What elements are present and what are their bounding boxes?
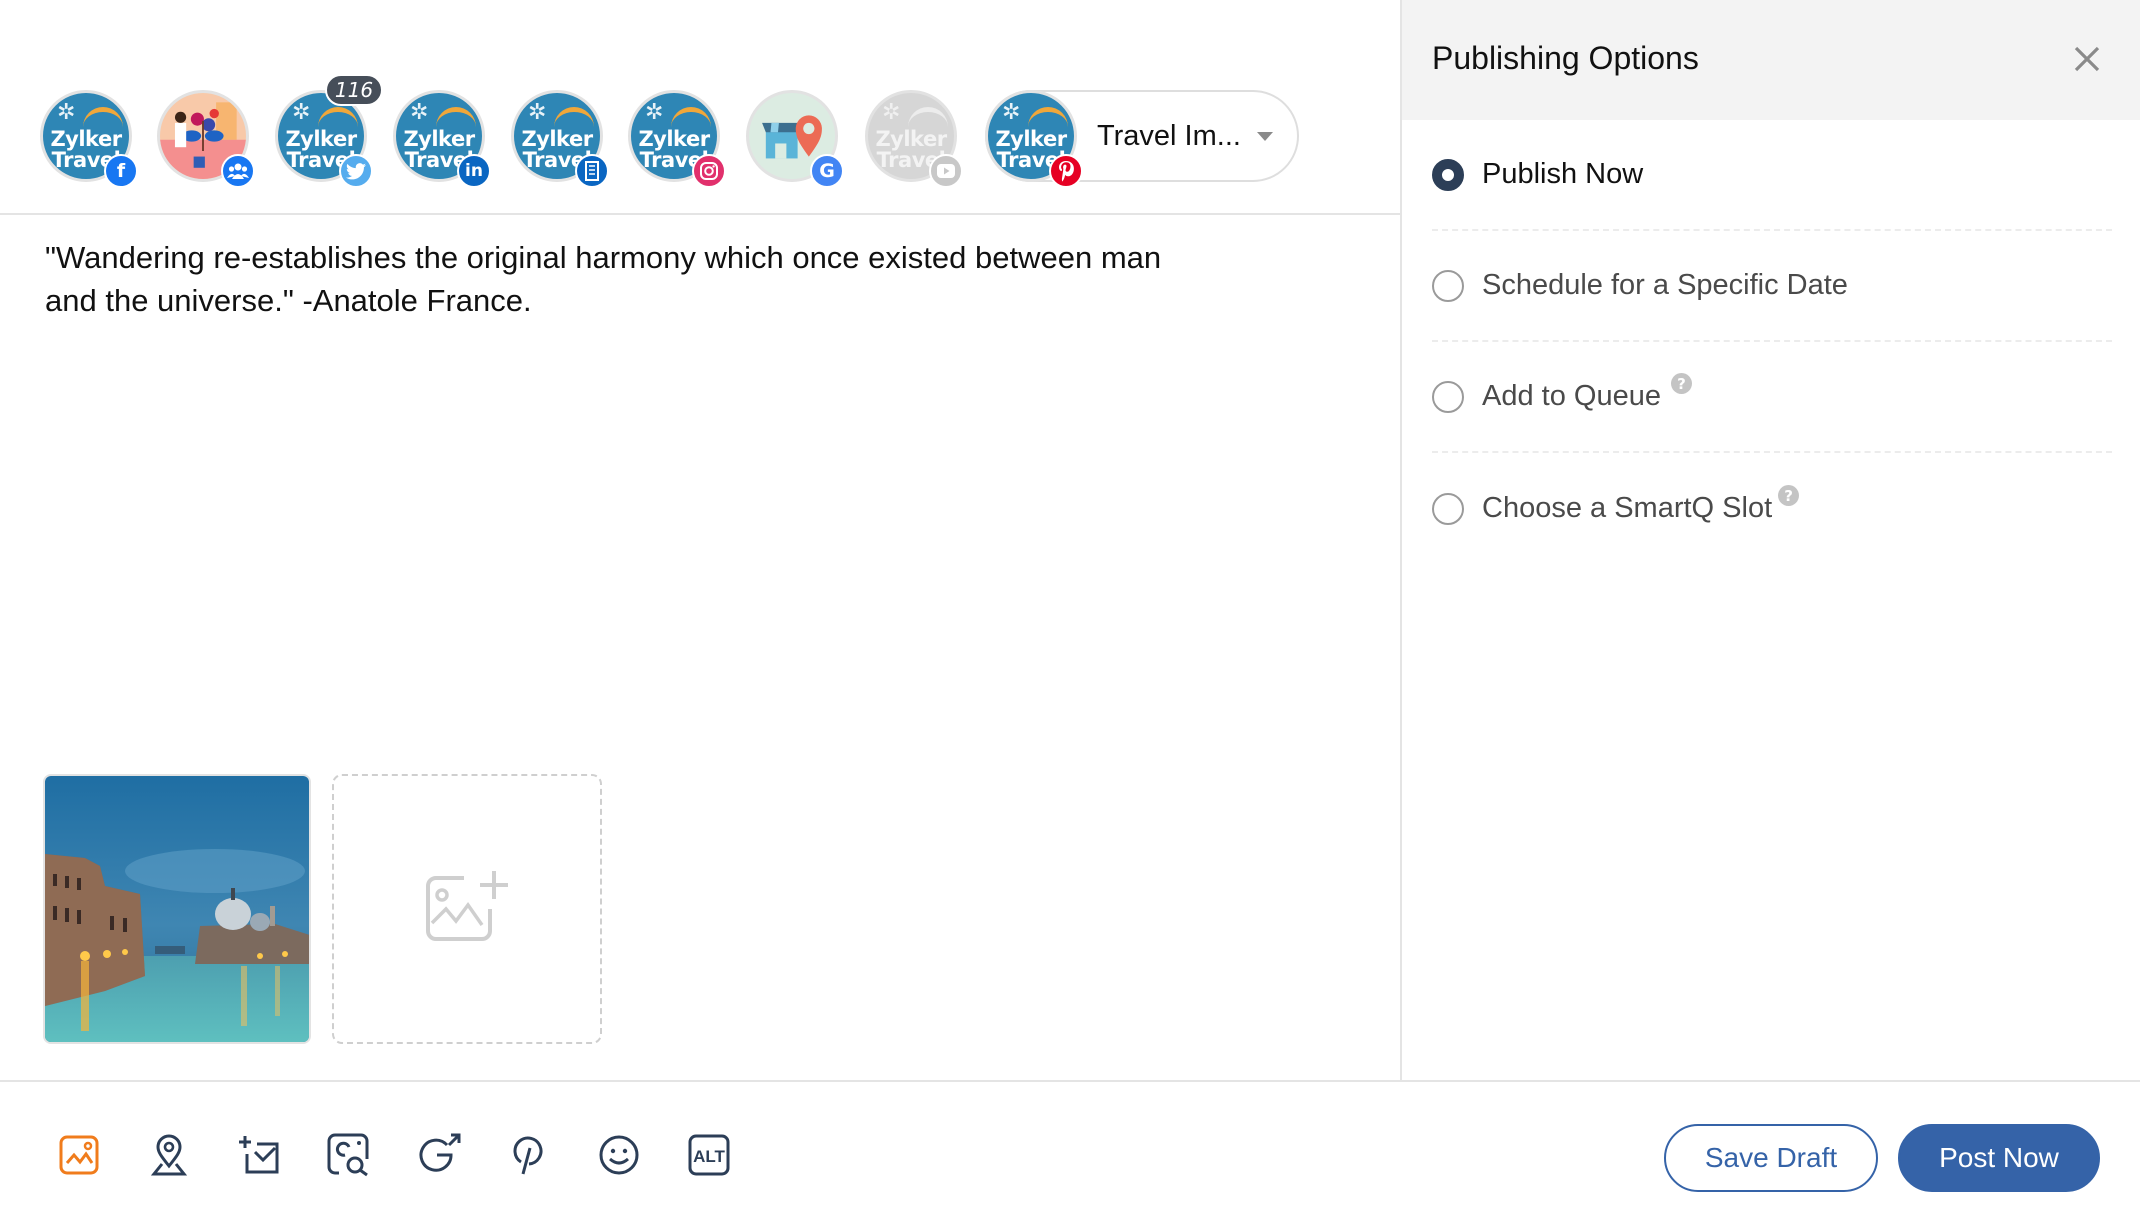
sun-icon bbox=[83, 107, 123, 127]
post-text-editor[interactable]: "Wandering re-establishes the original h… bbox=[45, 236, 1215, 322]
radio-schedule-date[interactable] bbox=[1432, 269, 1464, 302]
radio-publish-now[interactable] bbox=[1432, 158, 1464, 191]
pinterest-button[interactable] bbox=[506, 1132, 552, 1178]
option-smartq-slot[interactable]: Choose a SmartQ Slot ? bbox=[1432, 453, 2112, 564]
twitter-bird-glyph bbox=[346, 162, 366, 179]
attached-image-venice[interactable] bbox=[43, 774, 311, 1044]
palm-icon: ✲ bbox=[645, 99, 664, 124]
panel-title: Publishing Options bbox=[1432, 40, 1699, 76]
close-icon[interactable] bbox=[2070, 42, 2104, 76]
google-share-button[interactable] bbox=[416, 1132, 462, 1178]
group-glyph bbox=[227, 163, 249, 179]
linkedin-glyph: in bbox=[465, 161, 483, 181]
instagram-glyph bbox=[700, 162, 718, 180]
post-now-button[interactable]: Post Now bbox=[1898, 1124, 2100, 1192]
account-selector-bar: ✲ Zylker Travel f 116 ✲ Zylker Travel ✲ … bbox=[0, 0, 1400, 215]
option-publish-now[interactable]: Publish Now bbox=[1432, 120, 2112, 231]
linkedin-icon: in bbox=[457, 154, 491, 188]
option-schedule-date[interactable]: Schedule for a Specific Date bbox=[1432, 231, 2112, 342]
post-composer: ✲ Zylker Travel f 116 ✲ Zylker Travel ✲ … bbox=[0, 0, 1400, 1080]
publishing-options-panel: Publishing Options Publish Now Schedule … bbox=[1400, 0, 2140, 1080]
palm-icon: ✲ bbox=[882, 99, 901, 124]
option-label: Schedule for a Specific Date bbox=[1482, 269, 1848, 301]
google-icon: G bbox=[810, 154, 844, 188]
palm-icon: ✲ bbox=[1002, 99, 1021, 124]
sun-icon bbox=[554, 107, 594, 127]
palm-icon: ✲ bbox=[410, 99, 429, 124]
add-message-button[interactable] bbox=[236, 1132, 282, 1178]
account-avatar-instagram[interactable]: ✲ Zylker Travel bbox=[628, 90, 726, 188]
media-library-button[interactable] bbox=[56, 1132, 102, 1178]
instagram-icon bbox=[692, 154, 726, 188]
sun-icon bbox=[318, 107, 358, 127]
emoji-button[interactable] bbox=[596, 1132, 642, 1178]
radio-add-to-queue[interactable] bbox=[1432, 380, 1464, 413]
pinterest-glyph bbox=[1059, 161, 1074, 182]
building-icon bbox=[575, 154, 609, 188]
location-button[interactable] bbox=[146, 1132, 192, 1178]
publishing-options: Publish Now Schedule for a Specific Date… bbox=[1432, 120, 2112, 564]
add-image-icon bbox=[426, 871, 508, 941]
help-icon[interactable]: ? bbox=[1670, 373, 1692, 394]
youtube-glyph bbox=[937, 164, 955, 178]
add-mail-icon bbox=[239, 1136, 279, 1174]
logo-text-line: Zylker bbox=[285, 127, 357, 151]
logo-text-line: Zylker bbox=[521, 127, 593, 151]
help-icon[interactable]: ? bbox=[1778, 485, 1800, 506]
account-avatar-google-business[interactable]: G bbox=[746, 90, 844, 188]
venice-canal-image bbox=[45, 776, 309, 1042]
option-label: Choose a SmartQ Slot bbox=[1482, 492, 1773, 524]
pinterest-icon bbox=[1049, 154, 1083, 188]
facebook-glyph: f bbox=[116, 160, 126, 182]
image-search-icon bbox=[327, 1133, 369, 1177]
facebook-icon: f bbox=[104, 154, 138, 188]
palm-icon: ✲ bbox=[57, 99, 76, 124]
sun-icon bbox=[908, 107, 948, 127]
building-glyph bbox=[585, 161, 599, 181]
palm-icon: ✲ bbox=[292, 99, 311, 124]
youtube-icon bbox=[929, 154, 963, 188]
alt-text-button[interactable]: ALT bbox=[686, 1132, 732, 1178]
option-add-to-queue[interactable]: Add to Queue ? bbox=[1432, 342, 2112, 453]
logo-text-line: Zylker bbox=[638, 127, 710, 151]
group-icon bbox=[221, 154, 255, 188]
account-avatar-pinterest[interactable]: ✲ Zylker Travel bbox=[985, 90, 1083, 188]
account-avatar-facebook[interactable]: ✲ Zylker Travel f bbox=[40, 90, 138, 188]
save-draft-button[interactable]: Save Draft bbox=[1664, 1124, 1878, 1192]
pinterest-icon bbox=[513, 1136, 543, 1175]
account-avatar-group[interactable] bbox=[157, 90, 255, 188]
image-icon bbox=[59, 1135, 99, 1175]
account-avatar-youtube[interactable]: ✲ Zylker Travel bbox=[865, 90, 963, 188]
post-count-badge: 116 bbox=[325, 74, 383, 106]
composer-footer: ALT Save Draft Post Now bbox=[0, 1080, 2140, 1230]
google-glyph: G bbox=[819, 160, 835, 182]
panel-header: Publishing Options bbox=[1402, 0, 2140, 120]
sun-icon bbox=[671, 107, 711, 127]
emoji-icon bbox=[599, 1135, 639, 1175]
twitter-icon bbox=[339, 154, 373, 188]
location-pin-icon bbox=[150, 1134, 188, 1176]
palm-icon: ✲ bbox=[528, 99, 547, 124]
add-media-button[interactable] bbox=[332, 774, 602, 1044]
radio-smartq-slot[interactable] bbox=[1432, 492, 1464, 525]
logo-text-line: Zylker bbox=[875, 127, 947, 151]
image-search-button[interactable] bbox=[326, 1132, 372, 1178]
option-label: Publish Now bbox=[1482, 158, 1644, 190]
option-label: Add to Queue bbox=[1482, 380, 1661, 412]
logo-text-line: Zylker bbox=[403, 127, 475, 151]
logo-text-line: Zylker bbox=[50, 127, 122, 151]
alt-label: ALT bbox=[693, 1147, 725, 1166]
chevron-down-icon[interactable] bbox=[1257, 132, 1273, 141]
account-avatar-linkedin[interactable]: ✲ Zylker Travel in bbox=[393, 90, 491, 188]
account-avatar-linkedin-page[interactable]: ✲ Zylker Travel bbox=[511, 90, 609, 188]
sun-icon bbox=[436, 107, 476, 127]
logo-text-line: Zylker bbox=[995, 127, 1067, 151]
sun-icon bbox=[1028, 107, 1068, 127]
board-name: Travel Im... bbox=[1097, 120, 1241, 152]
google-share-icon bbox=[419, 1133, 461, 1172]
alt-text-icon: ALT bbox=[688, 1134, 730, 1176]
pinterest-board-selector[interactable]: ✲ Zylker Travel Travel Im... bbox=[985, 90, 1299, 188]
